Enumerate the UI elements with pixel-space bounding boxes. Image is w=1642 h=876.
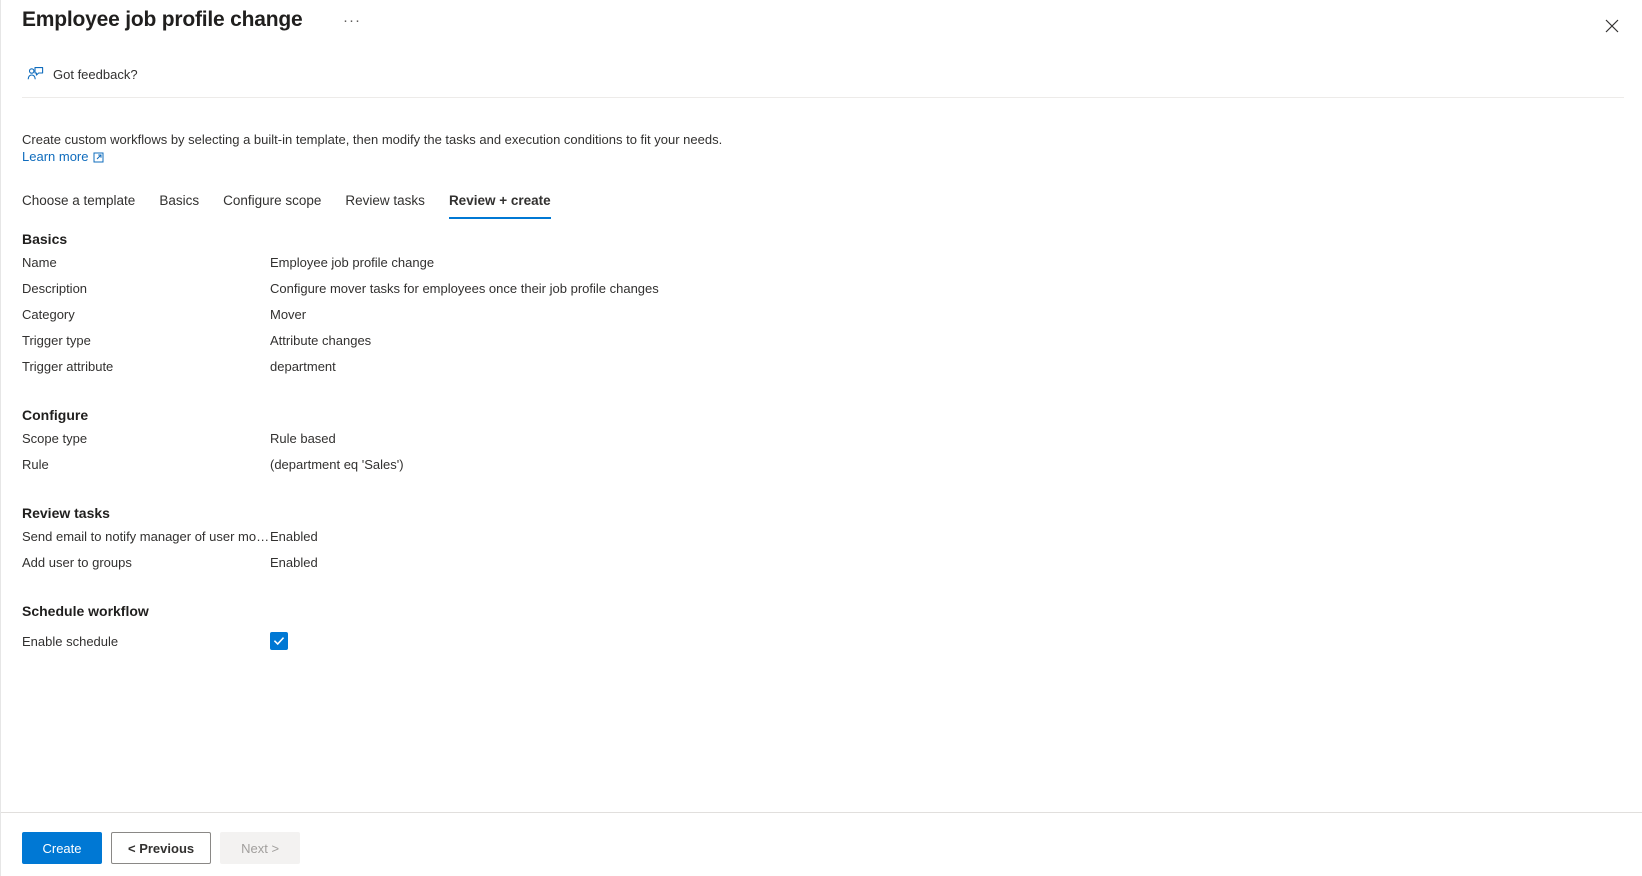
tab-review-create[interactable]: Review + create (437, 192, 563, 219)
summary-key: Trigger type (22, 333, 91, 348)
wizard-tabs: Choose a template Basics Configure scope Re… (22, 183, 563, 219)
summary-value: department (270, 359, 336, 374)
learn-more-link[interactable]: Learn more (22, 149, 104, 164)
section-heading: Configure (22, 407, 89, 423)
close-button[interactable] (1596, 10, 1628, 42)
header-divider (22, 97, 1624, 98)
section-heading: Basics (22, 231, 68, 247)
summary-key: Name (22, 255, 57, 270)
summary-key: Send email to notify manager of user mo… (22, 529, 270, 544)
enable-schedule-checkbox[interactable] (270, 632, 288, 650)
summary-key: Rule (22, 457, 49, 472)
review-content: Basics Name Employee job profile change Des… (22, 229, 1602, 655)
tab-basics[interactable]: Basics (147, 192, 211, 219)
feedback-bar: Got feedback? (1, 60, 1642, 98)
previous-button[interactable]: < Previous (111, 832, 212, 864)
summary-row: Trigger type Attribute changes (22, 333, 1602, 359)
got-feedback-button[interactable]: Got feedback? (27, 66, 138, 83)
summary-row: Description Configure mover tasks for emp… (22, 281, 1602, 307)
section-configure: Configure Scope type Rule based Rule (depart… (22, 405, 1602, 483)
summary-value: Enabled (270, 555, 318, 570)
summary-value: Configure mover tasks for employees once… (270, 281, 659, 296)
learn-more-label: Learn more (22, 149, 89, 164)
summary-row: Scope type Rule based (22, 431, 1602, 457)
section-schedule-workflow: Schedule workflow Enable schedule (22, 601, 1602, 655)
more-options-icon[interactable]: ··· (341, 13, 363, 36)
section-heading: Review tasks (22, 505, 110, 521)
summary-value: Mover (270, 307, 307, 322)
section-basics: Basics Name Employee job profile change Des… (22, 229, 1602, 385)
footer-divider (1, 812, 1642, 813)
summary-row: Rule (department eq 'Sales') (22, 457, 1602, 483)
summary-key: Category (22, 307, 75, 322)
enable-schedule-row: Enable schedule (22, 627, 1602, 655)
section-review-tasks: Review tasks Send email to notify manager… (22, 503, 1602, 581)
next-button: Next > (220, 832, 301, 864)
summary-row: Send email to notify manager of user mo…… (22, 529, 1602, 555)
intro-text: Create custom workflows by selecting a b… (22, 132, 723, 147)
footer-actions: Create < Previous Next > (22, 832, 301, 864)
got-feedback-label: Got feedback? (53, 67, 138, 82)
feedback-person-icon (27, 66, 44, 83)
summary-value: Rule based (270, 431, 336, 446)
section-heading: Schedule workflow (22, 603, 149, 619)
summary-row: Trigger attribute department (22, 359, 1602, 385)
summary-value: Employee job profile change (270, 255, 435, 270)
summary-row: Add user to groups Enabled (22, 555, 1602, 581)
tab-review-tasks[interactable]: Review tasks (333, 192, 437, 219)
summary-row: Category Mover (22, 307, 1602, 333)
close-icon (1605, 19, 1619, 33)
page-title: Employee job profile change (22, 8, 303, 31)
blade-title-bar: Employee job profile change ··· (1, 0, 1642, 48)
checkmark-icon (273, 635, 285, 647)
summary-key: Scope type (22, 431, 88, 446)
external-link-icon (93, 151, 104, 163)
summary-key: Description (22, 281, 88, 296)
summary-key: Add user to groups (22, 555, 132, 570)
summary-value: (department eq 'Sales') (270, 457, 404, 472)
tab-configure-scope[interactable]: Configure scope (211, 192, 333, 219)
summary-value: Enabled (270, 529, 318, 544)
summary-row: Name Employee job profile change (22, 255, 1602, 281)
summary-key: Trigger attribute (22, 359, 114, 374)
summary-value: Attribute changes (270, 333, 372, 348)
create-button[interactable]: Create (22, 832, 102, 864)
enable-schedule-label: Enable schedule (22, 633, 119, 649)
tab-choose-a-template[interactable]: Choose a template (22, 192, 147, 219)
blade-panel: Employee job profile change ··· Got feed… (0, 0, 1642, 876)
